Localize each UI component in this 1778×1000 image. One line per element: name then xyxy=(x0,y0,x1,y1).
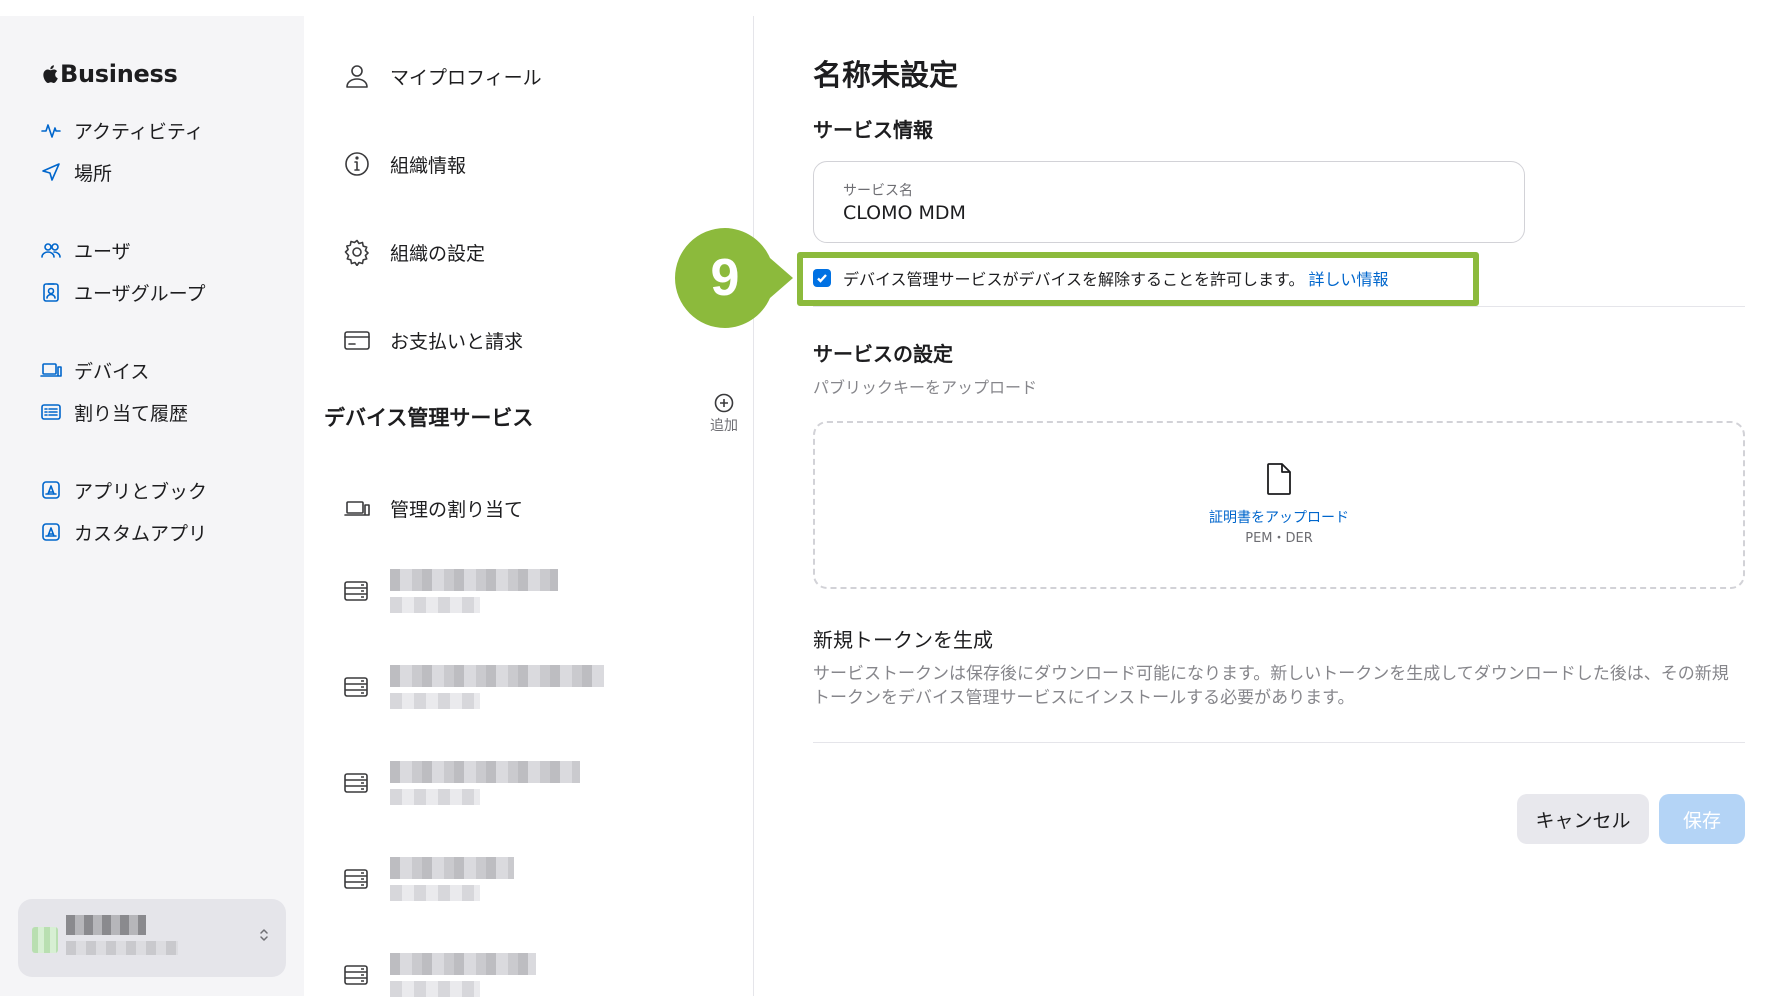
settings-item-label: 管理の割り当て xyxy=(390,498,524,521)
laptop-icon xyxy=(342,493,372,523)
users-icon xyxy=(40,239,62,261)
new-token-heading: 新規トークンを生成 xyxy=(813,628,993,652)
account-switcher[interactable] xyxy=(18,899,286,977)
document-icon xyxy=(1262,461,1296,497)
service-detail-panel: 名称未設定 サービス情報 サービス名 CLOMO MDM 9 デバイス管理サービ… xyxy=(675,16,1778,996)
sidebar-item-label: ユーザグループ xyxy=(74,282,206,305)
page-title: 名称未設定 xyxy=(813,58,959,92)
server-icon xyxy=(342,673,372,703)
chevron-up-down-icon xyxy=(258,927,270,943)
server-name-redacted xyxy=(390,761,580,783)
settings-item-label: マイプロフィール xyxy=(390,66,542,89)
certificate-upload-dropzone[interactable]: 証明書をアップロード PEM・DER xyxy=(813,421,1745,589)
sidebar-item-label: アプリとブック xyxy=(74,480,208,503)
brand-name: Business xyxy=(60,60,178,88)
server-icon xyxy=(342,961,372,991)
sidebar-item-label: 場所 xyxy=(74,162,113,185)
sidebar: Business アクティビティ 場所 ユーザ ユーザグループ デバイス 割り当… xyxy=(0,16,304,996)
settings-list-panel: マイプロフィール 組織情報 組織の設定 お支払いと請求 デバイス管理サービス 追… xyxy=(304,16,754,997)
app-store-icon xyxy=(40,479,62,501)
plus-circle-icon xyxy=(713,392,735,414)
new-token-description: サービストークンは保存後にダウンロード可能になります。新しいトークンを生成してダ… xyxy=(813,664,1729,708)
settings-item-label: 組織情報 xyxy=(390,154,467,177)
step-number: 9 xyxy=(710,249,740,307)
server-icon xyxy=(342,577,372,607)
device-management-services-title: デバイス管理サービス xyxy=(324,406,534,430)
sidebar-item-users[interactable]: ユーザ xyxy=(40,234,131,266)
settings-item-organization-info[interactable]: 組織情報 xyxy=(342,146,466,182)
organization-avatar xyxy=(32,927,58,953)
sidebar-item-user-groups[interactable]: ユーザグループ xyxy=(40,276,205,308)
server-name-redacted xyxy=(390,569,558,591)
section-divider xyxy=(813,742,1745,743)
sidebar-item-custom-apps[interactable]: カスタムアプリ xyxy=(40,516,207,548)
server-name-redacted xyxy=(390,953,536,975)
allow-release-label: デバイス管理サービスがデバイスを解除することを許可します。 xyxy=(843,270,1305,289)
service-name-label: サービス名 xyxy=(843,183,913,199)
settings-item-label: 組織の設定 xyxy=(390,242,486,265)
server-detail-redacted xyxy=(390,981,480,997)
settings-item-label: お支払いと請求 xyxy=(390,330,524,353)
settings-item-organization-settings[interactable]: 組織の設定 xyxy=(342,234,485,270)
service-settings-heading: サービスの設定 xyxy=(813,342,953,366)
sidebar-item-label: アクティビティ xyxy=(74,120,204,143)
accepted-formats: PEM・DER xyxy=(1245,531,1313,546)
sidebar-item-activity[interactable]: アクティビティ xyxy=(40,114,204,146)
mdm-server-item[interactable] xyxy=(342,857,642,905)
person-icon xyxy=(342,61,372,91)
service-name-field[interactable]: サービス名 CLOMO MDM xyxy=(813,161,1525,243)
allow-release-option: デバイス管理サービスがデバイスを解除することを許可します。 詳しい情報 xyxy=(813,265,1388,291)
activity-icon xyxy=(40,119,62,141)
custom-app-icon xyxy=(40,521,62,543)
save-button[interactable]: 保存 xyxy=(1659,794,1745,844)
mdm-server-item[interactable] xyxy=(342,953,642,1000)
learn-more-link[interactable]: 詳しい情報 xyxy=(1308,266,1388,290)
account-name-redacted xyxy=(66,915,146,935)
sidebar-item-apps-and-books[interactable]: アプリとブック xyxy=(40,474,207,506)
settings-item-my-profile[interactable]: マイプロフィール xyxy=(342,58,542,94)
server-name-redacted xyxy=(390,857,514,879)
sidebar-item-label: 割り当て履歴 xyxy=(74,402,189,425)
upload-certificate-link[interactable]: 証明書をアップロード xyxy=(815,507,1743,527)
server-detail-redacted xyxy=(390,693,480,709)
history-list-icon xyxy=(40,401,62,423)
add-service-label: 追加 xyxy=(710,418,738,434)
info-icon xyxy=(342,149,372,179)
mdm-server-item[interactable] xyxy=(342,665,642,713)
sidebar-item-devices[interactable]: デバイス xyxy=(40,354,149,386)
cancel-button[interactable]: キャンセル xyxy=(1517,794,1649,844)
public-key-subtitle: パブリックキーをアップロード xyxy=(813,378,1038,397)
service-info-heading: サービス情報 xyxy=(813,118,933,142)
credit-card-icon xyxy=(342,325,372,355)
server-icon xyxy=(342,769,372,799)
apple-business-logo[interactable]: Business xyxy=(42,60,178,88)
allow-release-checkbox[interactable] xyxy=(813,269,831,287)
sidebar-item-assignment-history[interactable]: 割り当て履歴 xyxy=(40,396,188,428)
server-detail-redacted xyxy=(390,789,480,805)
laptop-icon xyxy=(40,359,62,381)
account-detail-redacted xyxy=(66,941,178,955)
user-group-icon xyxy=(40,281,62,303)
mdm-server-item[interactable] xyxy=(342,569,642,617)
sidebar-item-label: カスタムアプリ xyxy=(74,522,208,545)
sidebar-item-locations[interactable]: 場所 xyxy=(40,156,112,188)
gear-icon xyxy=(342,237,372,267)
checkmark-icon xyxy=(817,274,827,283)
server-detail-redacted xyxy=(390,597,480,613)
mdm-server-item[interactable] xyxy=(342,761,642,809)
settings-item-payment-billing[interactable]: お支払いと請求 xyxy=(342,322,523,358)
server-icon xyxy=(342,865,372,895)
server-detail-redacted xyxy=(390,885,480,901)
section-divider xyxy=(813,306,1745,307)
sidebar-item-label: デバイス xyxy=(74,360,150,383)
server-name-redacted xyxy=(390,665,604,687)
location-arrow-icon xyxy=(40,161,62,183)
add-service-button[interactable]: 追加 xyxy=(702,392,746,435)
sidebar-item-label: ユーザ xyxy=(74,240,131,263)
service-name-value[interactable]: CLOMO MDM xyxy=(843,202,966,224)
apple-logo-icon xyxy=(42,64,58,84)
settings-item-management-assignment[interactable]: 管理の割り当て xyxy=(342,490,523,526)
